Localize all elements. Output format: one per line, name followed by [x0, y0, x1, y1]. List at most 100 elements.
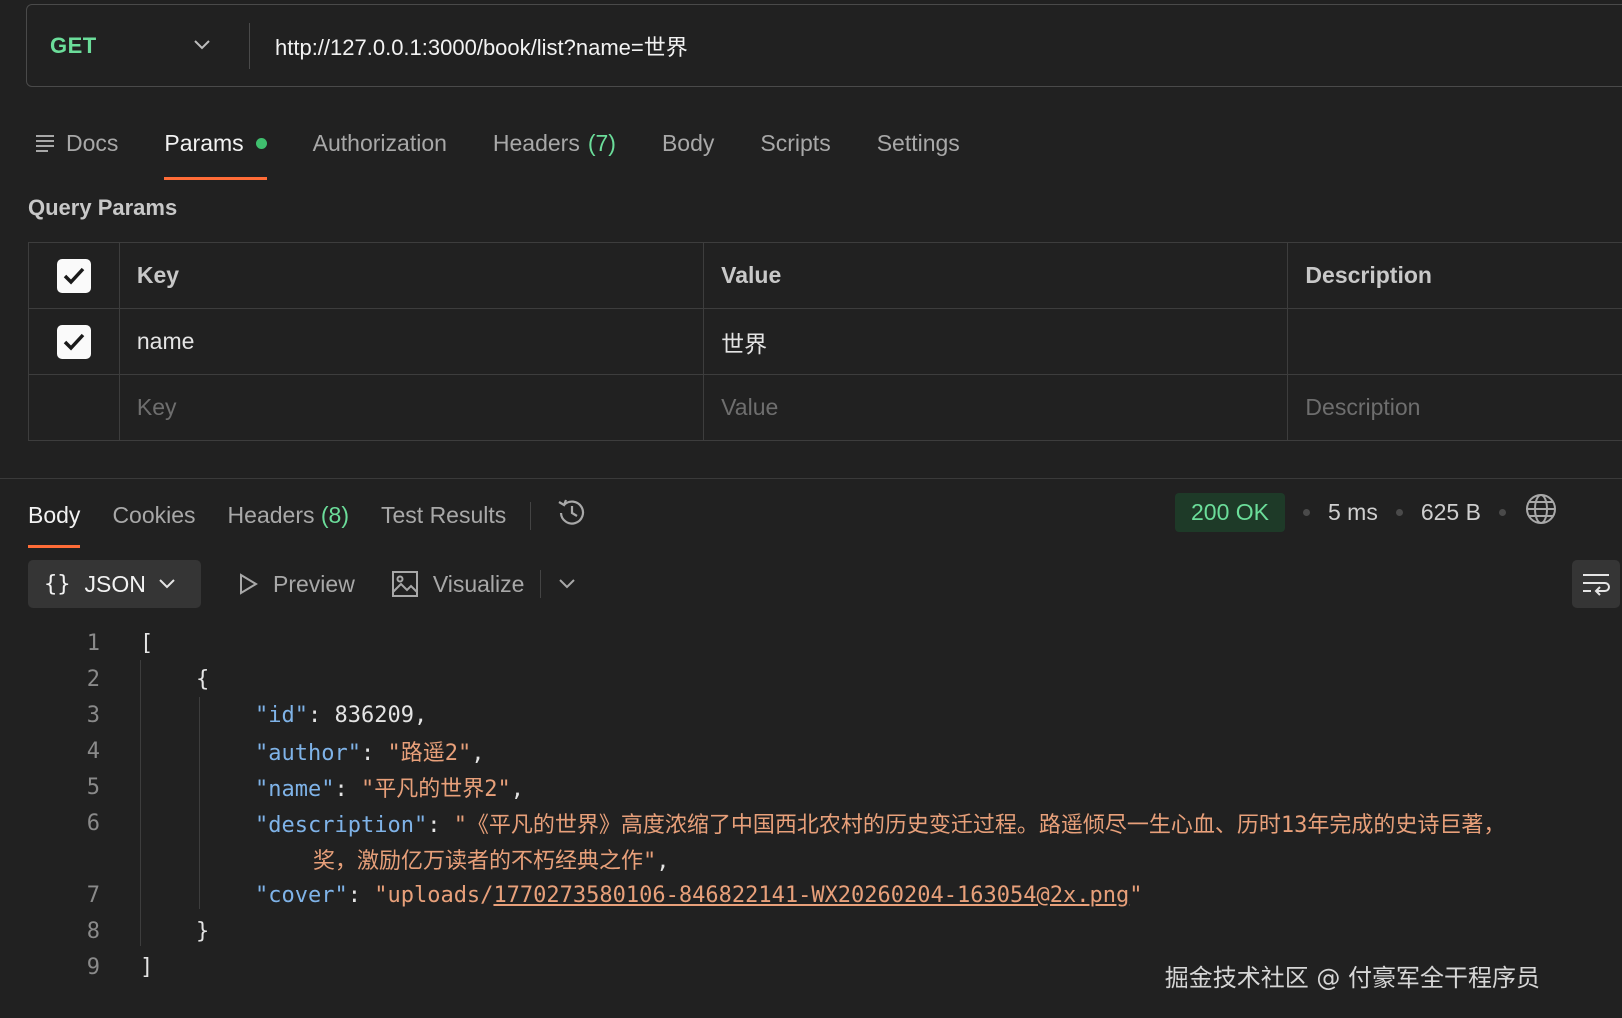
- column-header-key: Key: [120, 243, 705, 308]
- response-size[interactable]: 625 B: [1421, 499, 1481, 526]
- tab-scripts[interactable]: Scripts: [760, 118, 830, 168]
- globe-icon[interactable]: [1524, 492, 1558, 532]
- params-header-row: Key Value Description: [29, 243, 1622, 309]
- json-value: "《平凡的世界》高度浓缩了中国西北农村的历史变迁过程。路遥倾尽一生心血、历时13…: [453, 813, 1506, 838]
- code-text: "description": "《平凡的世界》高度浓缩了中国西北农村的历史变迁过…: [255, 813, 1506, 838]
- tab-headers-label: Headers: [492, 129, 580, 156]
- braces-icon: {}: [44, 571, 71, 597]
- code-line: 4 "author": "路遥2",: [0, 733, 485, 769]
- json-key: "author": [255, 741, 361, 766]
- code-line: 2 {: [0, 661, 210, 697]
- tab-settings-label: Settings: [876, 129, 960, 156]
- tab-scripts-label: Scripts: [760, 129, 831, 156]
- response-tabs: Body Cookies Headers (8) Test Results: [28, 496, 589, 548]
- json-value: "平凡的世界2": [360, 777, 511, 802]
- chevron-down-icon: [559, 579, 576, 589]
- tab-body[interactable]: Body: [662, 118, 714, 168]
- visualize-button[interactable]: Visualize: [391, 570, 525, 598]
- tabs-separator: [530, 501, 532, 530]
- new-description-input[interactable]: Description: [1288, 375, 1622, 440]
- json-key: "cover": [255, 882, 348, 908]
- select-all-cell: [29, 243, 120, 308]
- response-tab-headers-label: Headers: [227, 502, 315, 528]
- code-line: 6 "description": "《平凡的世界》高度浓缩了中国西北农村的历史变…: [0, 805, 1506, 841]
- new-value-input[interactable]: Value: [704, 375, 1289, 440]
- line-number: 3: [86, 702, 100, 728]
- url-input[interactable]: http://127.0.0.1:3000/book/list?name=世界: [275, 30, 688, 62]
- line-number: 1: [86, 630, 100, 656]
- new-param-row: Key Value Description: [29, 375, 1622, 441]
- watermark: 掘金技术社区 @ 付豪军全干程序员: [1164, 964, 1540, 992]
- visualize-label: Visualize: [432, 570, 525, 597]
- line-number: 9: [86, 954, 100, 980]
- response-tab-body[interactable]: Body: [28, 502, 81, 548]
- json-value: 奖，激励亿万读者的不朽经典之作": [313, 849, 657, 874]
- query-params-title: Query Params: [28, 195, 178, 220]
- chevron-down-icon: [159, 579, 175, 589]
- tab-headers[interactable]: Headers (7): [493, 118, 616, 168]
- json-key: "id": [255, 702, 308, 728]
- response-tab-cookies[interactable]: Cookies: [112, 502, 195, 529]
- preview-button[interactable]: Preview: [237, 571, 355, 598]
- method-label: GET: [50, 32, 97, 58]
- tab-params-label: Params: [164, 129, 244, 156]
- json-key: "name": [255, 777, 335, 802]
- param-key-cell[interactable]: name: [120, 309, 705, 374]
- json-value: "路遥2": [387, 741, 472, 766]
- url-bar: GET http://127.0.0.1:3000/book/list?name…: [26, 4, 1622, 87]
- code-line: 9 ]: [0, 949, 154, 985]
- tab-settings[interactable]: Settings: [877, 118, 960, 168]
- response-status: 200 OK 5 ms 625 B: [1175, 492, 1558, 532]
- wrap-icon: [1583, 574, 1610, 596]
- json-key: "description": [255, 813, 428, 838]
- response-tab-test-results[interactable]: Test Results: [381, 502, 506, 529]
- code-text: ]: [140, 954, 154, 980]
- cover-link[interactable]: 1770273580106-846822141-WX20260204-16305…: [493, 883, 1129, 908]
- play-icon: [240, 573, 258, 595]
- code-line: 7 "cover": "uploads/1770273580106-846822…: [0, 877, 1143, 913]
- tab-docs[interactable]: Docs: [34, 118, 118, 168]
- code-text: 奖，激励亿万读者的不朽经典之作",: [313, 849, 670, 874]
- format-select[interactable]: {} JSON: [28, 560, 201, 608]
- method-select[interactable]: GET: [27, 5, 249, 86]
- image-icon: [391, 571, 418, 597]
- param-value-cell[interactable]: 世界: [704, 309, 1289, 374]
- pane-divider[interactable]: [0, 478, 1622, 479]
- row-check-cell: [29, 309, 120, 374]
- code-line: 8 }: [0, 913, 210, 949]
- response-body-code[interactable]: 1 [ 2 { 3 "id": 836209, 4 "author": "路遥2…: [0, 625, 1506, 985]
- tab-params[interactable]: Params: [164, 118, 267, 180]
- tab-docs-label: Docs: [66, 129, 119, 156]
- code-line: 1 [: [0, 625, 154, 661]
- code-line: 3 "id": 836209,: [0, 697, 427, 733]
- url-divider: [249, 22, 250, 69]
- response-format-bar: {} JSON Preview Visualize: [28, 560, 577, 608]
- tab-authorization-label: Authorization: [312, 129, 447, 156]
- response-tab-headers[interactable]: Headers (8): [228, 502, 349, 529]
- row-checkbox[interactable]: [56, 324, 91, 359]
- preview-label: Preview: [273, 570, 355, 597]
- code-text: "name": "平凡的世界2",: [255, 777, 524, 802]
- line-number: 4: [86, 738, 100, 764]
- chevron-down-icon: [194, 40, 210, 50]
- param-description-cell[interactable]: [1288, 309, 1622, 374]
- wrap-lines-button[interactable]: [1572, 560, 1620, 608]
- status-badge[interactable]: 200 OK: [1175, 492, 1285, 532]
- json-value-suffix: ": [1129, 882, 1143, 908]
- request-tabs: Docs Params Authorization Headers (7) Bo…: [34, 118, 1006, 180]
- status-separator-dot: [1303, 508, 1310, 516]
- line-number: 7: [86, 882, 100, 908]
- new-key-input[interactable]: Key: [120, 375, 705, 440]
- select-all-checkbox[interactable]: [56, 258, 91, 293]
- code-line: 奖，激励亿万读者的不朽经典之作",: [0, 841, 670, 877]
- format-separator: [540, 570, 542, 598]
- line-number: 5: [86, 774, 100, 800]
- new-row-check-cell: [29, 375, 120, 440]
- visualize-menu-chevron[interactable]: [557, 577, 577, 591]
- docs-icon: [34, 133, 56, 153]
- history-icon[interactable]: [555, 496, 589, 535]
- column-header-value: Value: [704, 243, 1289, 308]
- params-indicator-dot: [255, 137, 267, 149]
- response-time[interactable]: 5 ms: [1328, 499, 1378, 526]
- tab-authorization[interactable]: Authorization: [313, 118, 447, 168]
